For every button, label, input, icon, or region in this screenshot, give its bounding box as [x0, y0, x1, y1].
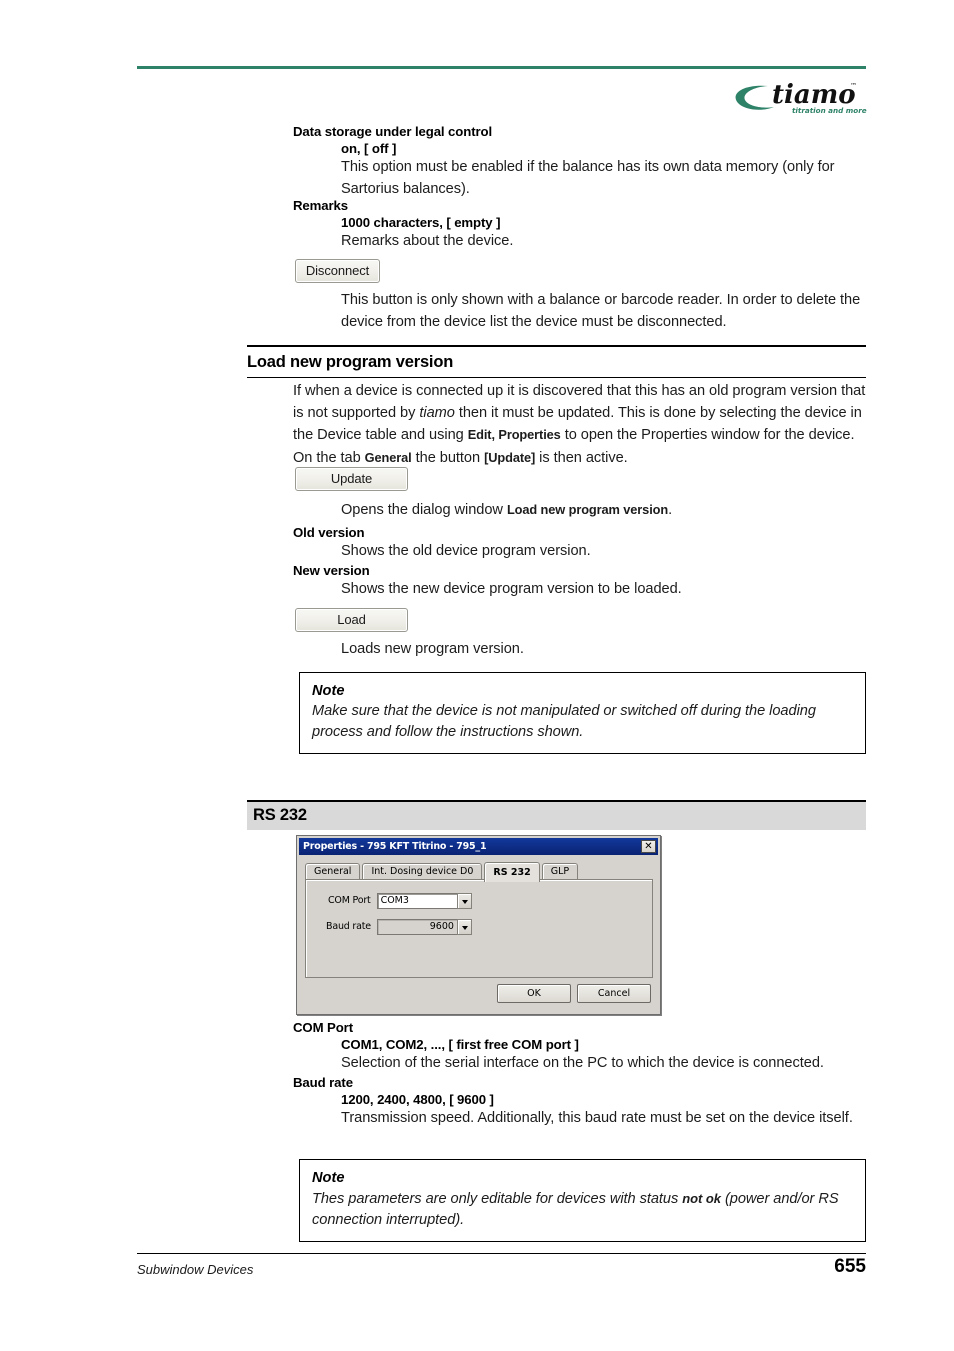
cancel-button[interactable]: Cancel — [577, 984, 651, 1003]
intro-text-4: the button — [411, 449, 485, 466]
section-load-new-program-version: Load new program version — [247, 345, 866, 378]
tab-rs232[interactable]: RS 232 — [484, 862, 540, 882]
section-heading: Load new program version — [247, 353, 454, 371]
footer-section-label: Subwindow Devices — [137, 1262, 254, 1277]
note-box-loading: Note Make sure that the device is not ma… — [299, 672, 866, 754]
entry-description: Transmission speed. Additionally, this b… — [341, 1110, 853, 1126]
entry-term: COM Port — [293, 1020, 354, 1035]
update-button[interactable]: Update — [295, 467, 408, 491]
baud-rate-row: Baud rate 9600 — [326, 918, 472, 935]
com-port-value[interactable]: COM3 — [376, 892, 457, 909]
entry-description: Shows the old device program version. — [341, 543, 591, 559]
disconnect-button[interactable]: Disconnect — [295, 259, 380, 283]
page-number: 655 — [834, 1256, 866, 1277]
entry-description: Selection of the serial interface on the… — [341, 1055, 824, 1071]
disconnect-button-label[interactable]: Disconnect — [295, 259, 380, 283]
intro-bold-update: [Update] — [484, 449, 536, 465]
entry-term: Data storage under legal control — [293, 124, 493, 139]
tab-int-dosing-device[interactable]: Int. Dosing device D0 — [362, 863, 483, 880]
entry-values: 1200, 2400, 4800, [ 9600 ] — [341, 1092, 494, 1107]
chevron-down-icon[interactable] — [456, 918, 472, 935]
entry-description: Remarks about the device. — [341, 233, 514, 249]
note-title: Note — [312, 1170, 345, 1186]
entry-data-storage: Data storage under legal control on, [ o… — [293, 123, 868, 200]
tab-glp[interactable]: GLP — [541, 863, 579, 880]
disconnect-description: This button is only shown with a balance… — [341, 292, 861, 330]
section-heading: RS 232 — [253, 806, 307, 824]
section-rs232: RS 232 — [247, 800, 866, 830]
entry-old-version: Old version Shows the old device program… — [293, 524, 868, 563]
entry-description: This option must be enabled if the balan… — [341, 159, 835, 197]
entry-term: Baud rate — [293, 1075, 353, 1090]
ok-button[interactable]: OK — [497, 984, 571, 1003]
tiamo-logo: tiamo ™ titration and more — [728, 72, 868, 120]
note-body: Thes parameters are only editable for de… — [312, 1188, 853, 1231]
entry-com-port: COM Port COM1, COM2, ..., [ first free C… — [293, 1019, 868, 1075]
load-intro-paragraph: If when a device is connected up it is d… — [293, 381, 867, 469]
dialog-tab-bar: General Int. Dosing device D0 RS 232 GLP — [305, 861, 580, 882]
com-port-row: COM Port COM3 — [328, 892, 472, 909]
note-title: Note — [312, 683, 345, 699]
chevron-down-icon[interactable] — [456, 892, 472, 909]
load-description: Loads new program version. — [341, 641, 524, 657]
load-button-label[interactable]: Load — [295, 608, 408, 632]
update-desc-post: . — [668, 502, 673, 518]
close-icon[interactable]: ✕ — [641, 840, 656, 853]
load-button[interactable]: Load — [295, 608, 408, 632]
entry-baud-rate: Baud rate 1200, 2400, 4800, [ 9600 ] Tra… — [293, 1074, 868, 1130]
dialog-button-row: OK Cancel — [497, 984, 651, 1003]
update-description: Opens the dialog window Load new program… — [341, 499, 868, 522]
com-port-combobox[interactable]: COM3 — [376, 892, 472, 909]
baud-rate-combobox[interactable]: 9600 — [376, 918, 472, 935]
intro-bold-general: General — [364, 449, 412, 465]
note-body-bold: not ok — [682, 1191, 721, 1206]
baud-rate-label: Baud rate — [326, 921, 371, 932]
dialog-title: Properties - 795 KFT Titrino - 795_1 — [303, 841, 487, 852]
entry-values: on, [ off ] — [341, 141, 397, 156]
intro-text-5: is then active. — [535, 449, 628, 466]
section-rule-bottom — [247, 377, 866, 378]
update-desc-pre: Opens the dialog window — [341, 502, 507, 518]
note-body: Make sure that the device is not manipul… — [312, 703, 816, 740]
update-desc-bold: Load new program version — [506, 502, 669, 517]
note-body-pre: Thes parameters are only editable for de… — [312, 1191, 683, 1207]
entry-term: Old version — [293, 525, 365, 540]
svg-text:titration and more: titration and more — [792, 106, 867, 115]
note-box-parameters: Note Thes parameters are only editable f… — [299, 1159, 866, 1242]
document-page: tiamo ™ titration and more Data storage … — [0, 0, 954, 1351]
entry-values: COM1, COM2, ..., [ first free COM port ] — [341, 1037, 579, 1052]
header-rule — [137, 66, 866, 69]
entry-description: Shows the new device program version to … — [341, 581, 682, 597]
entry-term: Remarks — [293, 198, 349, 213]
update-button-label[interactable]: Update — [295, 467, 408, 491]
dialog-tab-panel: COM Port COM3 Baud rate 9600 — [305, 879, 653, 978]
intro-bold-edit-properties: Edit, Properties — [467, 427, 561, 442]
svg-text:™: ™ — [850, 82, 857, 90]
tab-general[interactable]: General — [305, 863, 361, 880]
entry-values: 1000 characters, [ empty ] — [341, 215, 501, 230]
baud-rate-value[interactable]: 9600 — [376, 918, 457, 935]
dialog-titlebar: Properties - 795 KFT Titrino - 795_1 ✕ — [299, 838, 658, 855]
footer-rule — [137, 1253, 866, 1254]
entry-term: New version — [293, 563, 370, 578]
properties-dialog-screenshot: Properties - 795 KFT Titrino - 795_1 ✕ G… — [296, 835, 661, 1015]
entry-remarks: Remarks 1000 characters, [ empty ] Remar… — [293, 197, 868, 253]
entry-new-version: New version Shows the new device program… — [293, 562, 868, 601]
com-port-label: COM Port — [328, 895, 371, 906]
intro-italic-tiamo: tiamo — [419, 404, 455, 421]
